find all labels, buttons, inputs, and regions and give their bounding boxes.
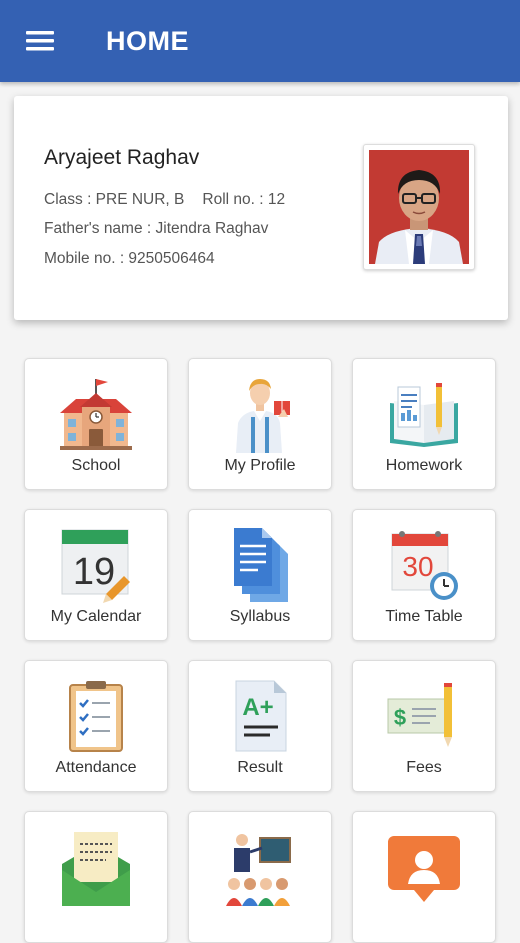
timetable-clock-icon: 30 [384,524,464,604]
student-profile-card[interactable]: Aryajeet Raghav Class : PRE NUR, B Roll n… [14,96,508,320]
calendar-day-text: 19 [73,551,115,593]
result-a-plus-icon: A+ [220,675,300,755]
class-text: Class : PRE NUR, B [44,191,185,208]
tile-label: School [71,457,121,474]
class-roll-line: Class : PRE NUR, B Roll no. : 12 [44,191,285,209]
tile-label: Homework [385,457,463,474]
message-envelope-icon [56,826,136,912]
tile-my-profile[interactable]: My Profile [188,358,332,490]
teacher-class-icon [220,826,300,906]
tile-teachers[interactable] [188,811,332,943]
tile-result[interactable]: A+ Result [188,660,332,792]
fees-currency-text: $ [394,705,406,730]
app-bar: HOME [0,0,520,82]
attendance-clipboard-icon [56,675,136,755]
father-name-text: Father's name : Jitendra Raghav [44,220,269,237]
roll-text: Roll no. : 12 [202,191,286,208]
result-grade-text: A+ [242,694,273,721]
timetable-date-text: 30 [402,551,433,582]
tile-label: My Calendar [50,608,142,625]
tile-label: My Profile [224,457,296,474]
tile-label: Syllabus [229,608,291,625]
tile-label: Fees [406,759,442,776]
tile-fees[interactable]: $ Fees [352,660,496,792]
tile-label: Attendance [55,759,137,776]
student-name: Aryajeet Raghav [44,146,200,169]
school-building-icon [56,373,136,453]
tile-syllabus[interactable]: Syllabus [188,509,332,641]
teacher-profile-icon [220,373,300,453]
tile-school[interactable]: School [24,358,168,490]
hamburger-menu-icon[interactable] [24,26,58,56]
tile-notifications[interactable] [352,811,496,943]
notification-chat-icon [384,826,464,906]
page-title: HOME [106,26,189,56]
tile-time-table[interactable]: 30 Time Table [352,509,496,641]
homework-book-icon [384,373,464,453]
tile-homework[interactable]: Homework [352,358,496,490]
mobile-number-text: Mobile no. : 9250506464 [44,250,215,267]
tile-label: Time Table [385,608,463,625]
fees-dollar-icon: $ [384,675,464,755]
tile-attendance[interactable]: Attendance [24,660,168,792]
tile-label: Result [237,759,283,776]
calendar-icon: 19 [56,524,136,604]
documents-icon [220,524,300,604]
tile-my-calendar[interactable]: 19 My Calendar [24,509,168,641]
student-photo [363,144,475,270]
tile-messages[interactable] [24,811,168,943]
